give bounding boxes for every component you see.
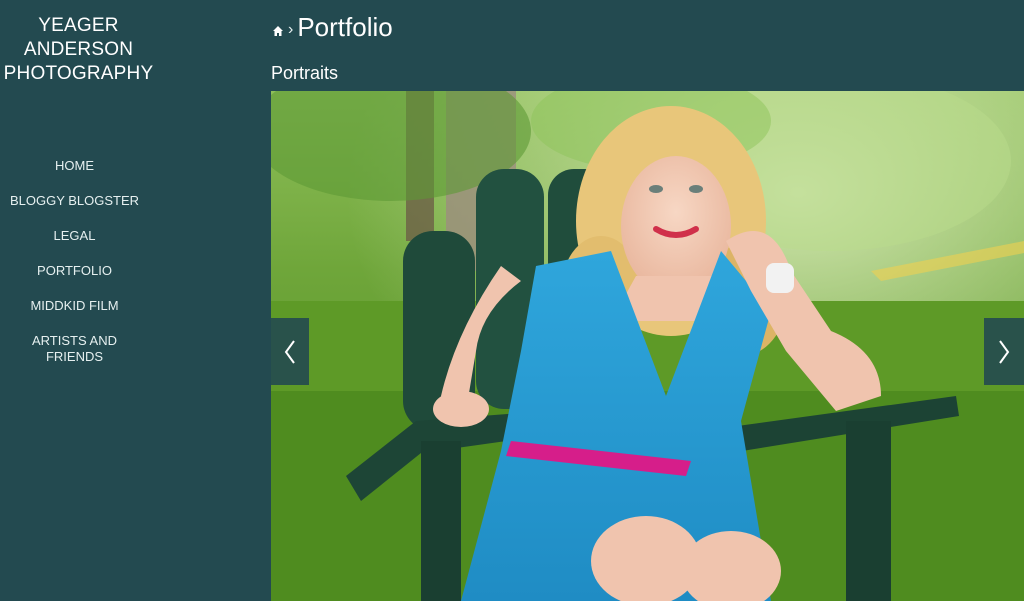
breadcrumb: › Portfolio xyxy=(272,12,393,42)
site-title-line-3: PHOTOGRAPHY xyxy=(3,63,154,84)
site-title-line-2: ANDERSON xyxy=(23,39,134,60)
nav-item-legal[interactable]: LEGAL xyxy=(0,228,149,244)
prev-photo-button[interactable] xyxy=(271,318,309,385)
gallery-title: Portraits xyxy=(271,63,339,83)
site-title-line-1: YEAGER xyxy=(38,15,119,36)
nav-item-home[interactable]: HOME xyxy=(0,158,149,174)
gallery-photo[interactable] xyxy=(271,91,1024,601)
next-photo-button[interactable] xyxy=(984,318,1024,385)
page-title: Portfolio xyxy=(297,12,393,42)
chevron-right-icon xyxy=(999,339,1010,364)
home-icon[interactable] xyxy=(272,24,284,36)
breadcrumb-separator: › xyxy=(288,21,294,38)
nav-item-label-line-2: FRIENDS xyxy=(45,349,104,364)
nav-item-middkid-film[interactable]: MIDDKID FILM xyxy=(0,298,149,314)
site-title[interactable]: YEAGER ANDERSON PHOTOGRAPHY xyxy=(0,14,157,86)
main-nav: HOME BLOGGY BLOGSTER LEGAL PORTFOLIO MID… xyxy=(0,158,149,384)
nav-item-artists-and-friends[interactable]: ARTISTS AND FRIENDS xyxy=(0,333,149,365)
nav-item-bloggy-blogster[interactable]: BLOGGY BLOGSTER xyxy=(0,193,149,209)
chevron-left-icon xyxy=(284,339,295,364)
nav-item-portfolio[interactable]: PORTFOLIO xyxy=(0,263,149,279)
nav-item-label-line-1: ARTISTS AND xyxy=(31,333,117,348)
